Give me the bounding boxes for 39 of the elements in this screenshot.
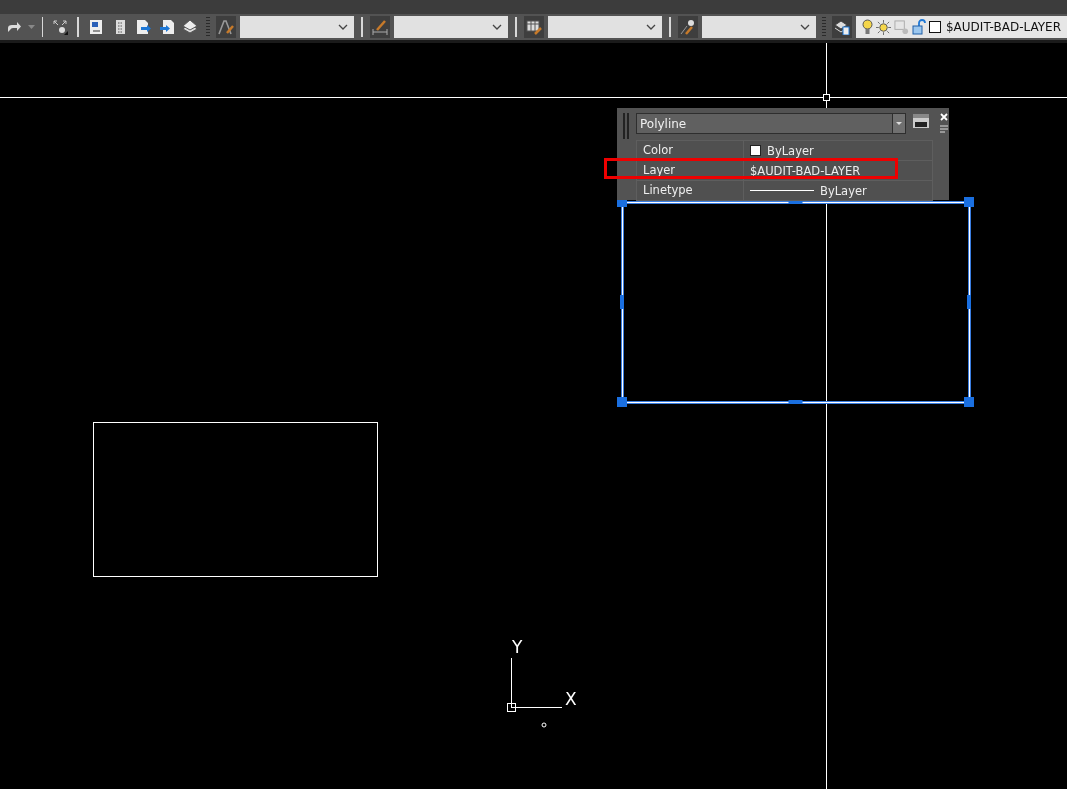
unlocked-padlock-icon[interactable]: [912, 19, 926, 35]
menu-icon[interactable]: [940, 125, 948, 133]
property-label: Layer: [637, 161, 744, 180]
customize-icon[interactable]: [913, 113, 929, 129]
ucs-icon: [507, 657, 563, 712]
lightbulb-icon[interactable]: [862, 19, 873, 35]
layer-properties-icon[interactable]: [834, 19, 850, 35]
property-value[interactable]: $AUDIT-BAD-LAYER: [750, 163, 861, 178]
selected-rectangle[interactable]: [617, 197, 974, 407]
export-icon[interactable]: [135, 19, 152, 35]
property-label: Color: [637, 141, 744, 160]
linetype-sample: [750, 190, 814, 191]
block-icon[interactable]: [87, 19, 104, 35]
property-value[interactable]: ByLayer: [767, 143, 814, 158]
layer-name: $AUDIT-BAD-LAYER: [946, 20, 1062, 34]
chevron-icon: [800, 24, 811, 30]
property-label: Linetype: [637, 181, 744, 200]
text-style-icon[interactable]: [218, 19, 235, 35]
scale-icon[interactable]: [52, 19, 69, 35]
panel-grip[interactable]: [623, 113, 631, 139]
origin-marker: [541, 722, 547, 728]
table-style-icon[interactable]: [526, 19, 543, 35]
chevron-icon: [338, 24, 349, 30]
import-icon[interactable]: [158, 19, 175, 35]
property-value[interactable]: ByLayer: [820, 183, 867, 198]
chevron-icon: [492, 24, 503, 30]
object-type-dropdown[interactable]: Polyline: [636, 113, 906, 134]
dimension-style-icon[interactable]: [372, 19, 389, 35]
close-icon[interactable]: [940, 113, 948, 121]
caret-icon: [896, 122, 902, 125]
layer-color-swatch[interactable]: [929, 21, 941, 33]
color-swatch: [750, 145, 761, 156]
chevron-icon: [646, 24, 657, 30]
multileader-style-dropdown[interactable]: [702, 16, 817, 38]
multileader-style-icon[interactable]: [680, 19, 697, 35]
layers-icon[interactable]: [182, 19, 199, 35]
x-axis-label: X: [565, 691, 577, 708]
sun-icon[interactable]: [876, 19, 891, 35]
y-axis-label: Y: [512, 639, 523, 656]
